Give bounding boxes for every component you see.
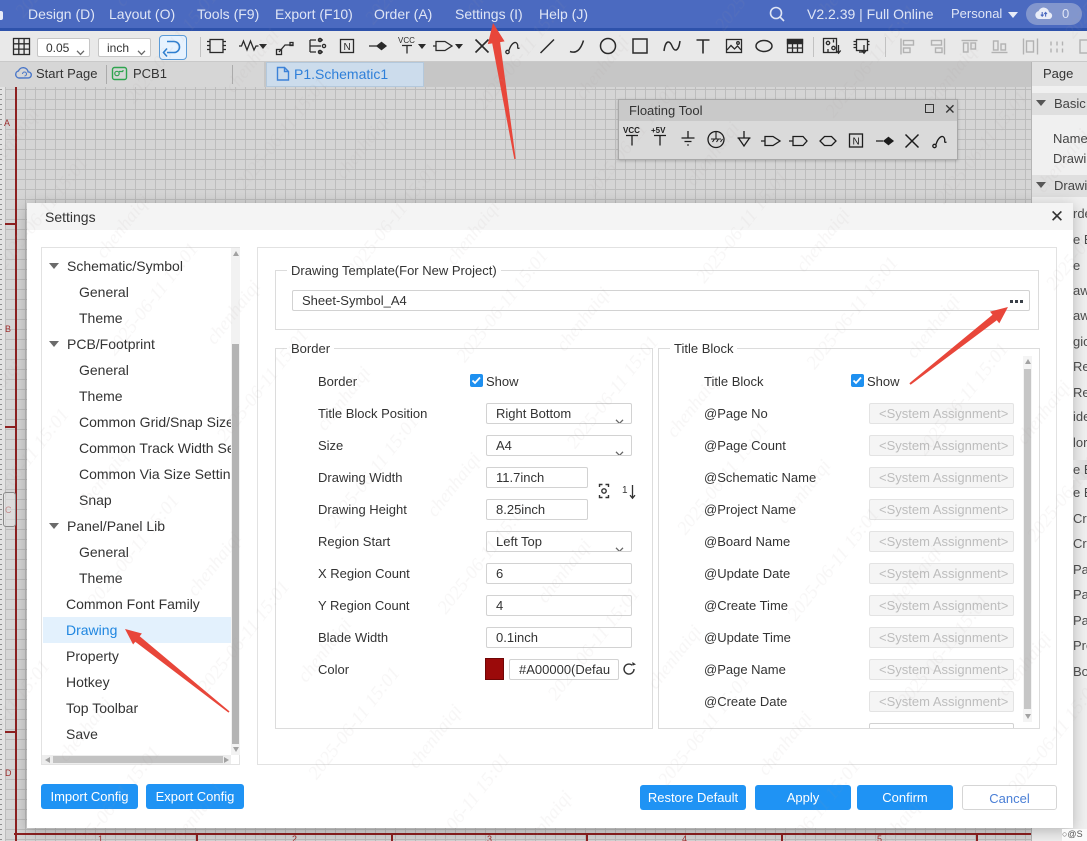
svg-text:VCC: VCC [623, 126, 640, 135]
svg-text:+5V: +5V [651, 126, 666, 135]
svg-text:N: N [344, 42, 351, 53]
svg-text:N: N [853, 137, 860, 148]
svg-text:VCC: VCC [398, 36, 415, 45]
svg-text:1: 1 [622, 485, 628, 496]
